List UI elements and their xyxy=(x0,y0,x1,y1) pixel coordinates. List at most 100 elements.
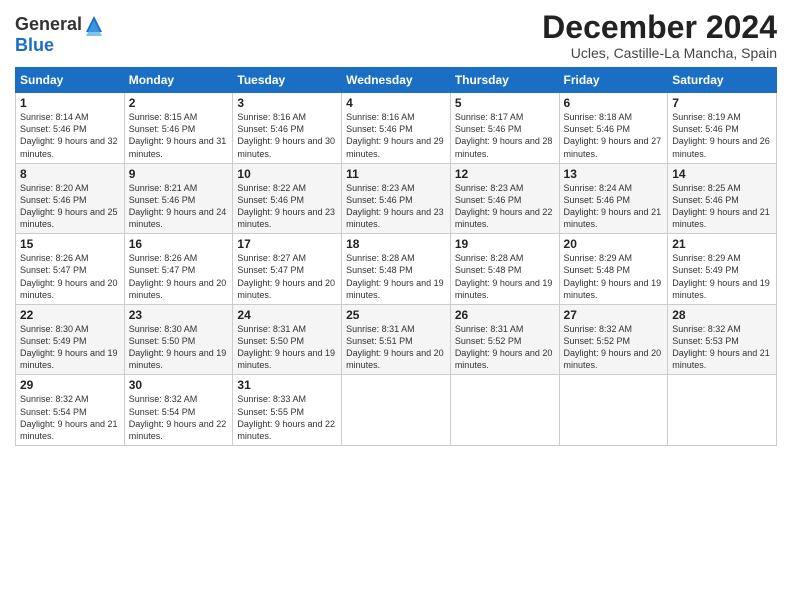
table-row: 31 Sunrise: 8:33 AMSunset: 5:55 PMDaylig… xyxy=(233,375,342,446)
day-info: Sunrise: 8:25 AMSunset: 5:46 PMDaylight:… xyxy=(672,183,770,229)
day-info: Sunrise: 8:32 AMSunset: 5:54 PMDaylight:… xyxy=(20,394,118,440)
day-info: Sunrise: 8:32 AMSunset: 5:53 PMDaylight:… xyxy=(672,324,770,370)
day-number: 14 xyxy=(672,167,772,181)
day-number: 20 xyxy=(564,237,664,251)
day-info: Sunrise: 8:14 AMSunset: 5:46 PMDaylight:… xyxy=(20,112,118,158)
col-sunday: Sunday xyxy=(16,68,125,93)
table-row: 15 Sunrise: 8:26 AMSunset: 5:47 PMDaylig… xyxy=(16,234,125,305)
table-row: 6 Sunrise: 8:18 AMSunset: 5:46 PMDayligh… xyxy=(559,93,668,164)
day-number: 30 xyxy=(129,378,229,392)
table-row: 21 Sunrise: 8:29 AMSunset: 5:49 PMDaylig… xyxy=(668,234,777,305)
day-info: Sunrise: 8:31 AMSunset: 5:52 PMDaylight:… xyxy=(455,324,553,370)
table-row: 20 Sunrise: 8:29 AMSunset: 5:48 PMDaylig… xyxy=(559,234,668,305)
day-info: Sunrise: 8:17 AMSunset: 5:46 PMDaylight:… xyxy=(455,112,553,158)
day-info: Sunrise: 8:30 AMSunset: 5:49 PMDaylight:… xyxy=(20,324,118,370)
calendar-header-row: Sunday Monday Tuesday Wednesday Thursday… xyxy=(16,68,777,93)
page: General Blue December 2024 Ucles, Castil… xyxy=(0,0,792,612)
day-number: 27 xyxy=(564,308,664,322)
table-row: 17 Sunrise: 8:27 AMSunset: 5:47 PMDaylig… xyxy=(233,234,342,305)
col-friday: Friday xyxy=(559,68,668,93)
table-row: 10 Sunrise: 8:22 AMSunset: 5:46 PMDaylig… xyxy=(233,163,342,234)
table-row: 16 Sunrise: 8:26 AMSunset: 5:47 PMDaylig… xyxy=(124,234,233,305)
table-row: 28 Sunrise: 8:32 AMSunset: 5:53 PMDaylig… xyxy=(668,304,777,375)
table-row xyxy=(342,375,451,446)
table-row: 18 Sunrise: 8:28 AMSunset: 5:48 PMDaylig… xyxy=(342,234,451,305)
day-number: 15 xyxy=(20,237,120,251)
day-info: Sunrise: 8:29 AMSunset: 5:49 PMDaylight:… xyxy=(672,253,770,299)
table-row xyxy=(450,375,559,446)
day-number: 19 xyxy=(455,237,555,251)
table-row: 27 Sunrise: 8:32 AMSunset: 5:52 PMDaylig… xyxy=(559,304,668,375)
logo: General Blue xyxy=(15,14,104,56)
day-info: Sunrise: 8:24 AMSunset: 5:46 PMDaylight:… xyxy=(564,183,662,229)
day-number: 11 xyxy=(346,167,446,181)
day-info: Sunrise: 8:22 AMSunset: 5:46 PMDaylight:… xyxy=(237,183,335,229)
calendar-week-row: 8 Sunrise: 8:20 AMSunset: 5:46 PMDayligh… xyxy=(16,163,777,234)
day-number: 17 xyxy=(237,237,337,251)
calendar-week-row: 29 Sunrise: 8:32 AMSunset: 5:54 PMDaylig… xyxy=(16,375,777,446)
day-number: 1 xyxy=(20,96,120,110)
day-number: 3 xyxy=(237,96,337,110)
day-info: Sunrise: 8:27 AMSunset: 5:47 PMDaylight:… xyxy=(237,253,335,299)
calendar: Sunday Monday Tuesday Wednesday Thursday… xyxy=(15,67,777,446)
table-row: 3 Sunrise: 8:16 AMSunset: 5:46 PMDayligh… xyxy=(233,93,342,164)
day-info: Sunrise: 8:30 AMSunset: 5:50 PMDaylight:… xyxy=(129,324,227,370)
header: General Blue December 2024 Ucles, Castil… xyxy=(15,10,777,61)
table-row: 1 Sunrise: 8:14 AMSunset: 5:46 PMDayligh… xyxy=(16,93,125,164)
col-thursday: Thursday xyxy=(450,68,559,93)
day-info: Sunrise: 8:32 AMSunset: 5:54 PMDaylight:… xyxy=(129,394,227,440)
day-number: 21 xyxy=(672,237,772,251)
main-title: December 2024 xyxy=(542,10,777,45)
day-info: Sunrise: 8:26 AMSunset: 5:47 PMDaylight:… xyxy=(20,253,118,299)
table-row xyxy=(668,375,777,446)
table-row: 5 Sunrise: 8:17 AMSunset: 5:46 PMDayligh… xyxy=(450,93,559,164)
day-info: Sunrise: 8:18 AMSunset: 5:46 PMDaylight:… xyxy=(564,112,662,158)
day-number: 10 xyxy=(237,167,337,181)
day-number: 28 xyxy=(672,308,772,322)
calendar-week-row: 15 Sunrise: 8:26 AMSunset: 5:47 PMDaylig… xyxy=(16,234,777,305)
day-number: 25 xyxy=(346,308,446,322)
day-number: 31 xyxy=(237,378,337,392)
day-number: 29 xyxy=(20,378,120,392)
day-number: 2 xyxy=(129,96,229,110)
day-number: 6 xyxy=(564,96,664,110)
table-row: 24 Sunrise: 8:31 AMSunset: 5:50 PMDaylig… xyxy=(233,304,342,375)
title-area: December 2024 Ucles, Castille-La Mancha,… xyxy=(542,10,777,61)
logo-icon xyxy=(84,14,104,36)
col-monday: Monday xyxy=(124,68,233,93)
day-info: Sunrise: 8:32 AMSunset: 5:52 PMDaylight:… xyxy=(564,324,662,370)
day-number: 18 xyxy=(346,237,446,251)
day-info: Sunrise: 8:23 AMSunset: 5:46 PMDaylight:… xyxy=(346,183,444,229)
day-number: 5 xyxy=(455,96,555,110)
day-number: 26 xyxy=(455,308,555,322)
calendar-week-row: 22 Sunrise: 8:30 AMSunset: 5:49 PMDaylig… xyxy=(16,304,777,375)
table-row: 9 Sunrise: 8:21 AMSunset: 5:46 PMDayligh… xyxy=(124,163,233,234)
day-number: 22 xyxy=(20,308,120,322)
day-info: Sunrise: 8:23 AMSunset: 5:46 PMDaylight:… xyxy=(455,183,553,229)
day-info: Sunrise: 8:15 AMSunset: 5:46 PMDaylight:… xyxy=(129,112,227,158)
logo-blue-text: Blue xyxy=(15,35,54,55)
table-row: 29 Sunrise: 8:32 AMSunset: 5:54 PMDaylig… xyxy=(16,375,125,446)
table-row: 8 Sunrise: 8:20 AMSunset: 5:46 PMDayligh… xyxy=(16,163,125,234)
table-row: 13 Sunrise: 8:24 AMSunset: 5:46 PMDaylig… xyxy=(559,163,668,234)
day-info: Sunrise: 8:31 AMSunset: 5:51 PMDaylight:… xyxy=(346,324,444,370)
table-row: 12 Sunrise: 8:23 AMSunset: 5:46 PMDaylig… xyxy=(450,163,559,234)
col-tuesday: Tuesday xyxy=(233,68,342,93)
table-row: 11 Sunrise: 8:23 AMSunset: 5:46 PMDaylig… xyxy=(342,163,451,234)
col-wednesday: Wednesday xyxy=(342,68,451,93)
table-row: 23 Sunrise: 8:30 AMSunset: 5:50 PMDaylig… xyxy=(124,304,233,375)
table-row: 14 Sunrise: 8:25 AMSunset: 5:46 PMDaylig… xyxy=(668,163,777,234)
table-row: 2 Sunrise: 8:15 AMSunset: 5:46 PMDayligh… xyxy=(124,93,233,164)
table-row: 30 Sunrise: 8:32 AMSunset: 5:54 PMDaylig… xyxy=(124,375,233,446)
table-row: 19 Sunrise: 8:28 AMSunset: 5:48 PMDaylig… xyxy=(450,234,559,305)
day-number: 13 xyxy=(564,167,664,181)
day-info: Sunrise: 8:20 AMSunset: 5:46 PMDaylight:… xyxy=(20,183,118,229)
day-number: 9 xyxy=(129,167,229,181)
table-row: 25 Sunrise: 8:31 AMSunset: 5:51 PMDaylig… xyxy=(342,304,451,375)
day-info: Sunrise: 8:21 AMSunset: 5:46 PMDaylight:… xyxy=(129,183,227,229)
day-info: Sunrise: 8:26 AMSunset: 5:47 PMDaylight:… xyxy=(129,253,227,299)
subtitle: Ucles, Castille-La Mancha, Spain xyxy=(542,45,777,61)
day-number: 4 xyxy=(346,96,446,110)
day-info: Sunrise: 8:29 AMSunset: 5:48 PMDaylight:… xyxy=(564,253,662,299)
day-number: 16 xyxy=(129,237,229,251)
